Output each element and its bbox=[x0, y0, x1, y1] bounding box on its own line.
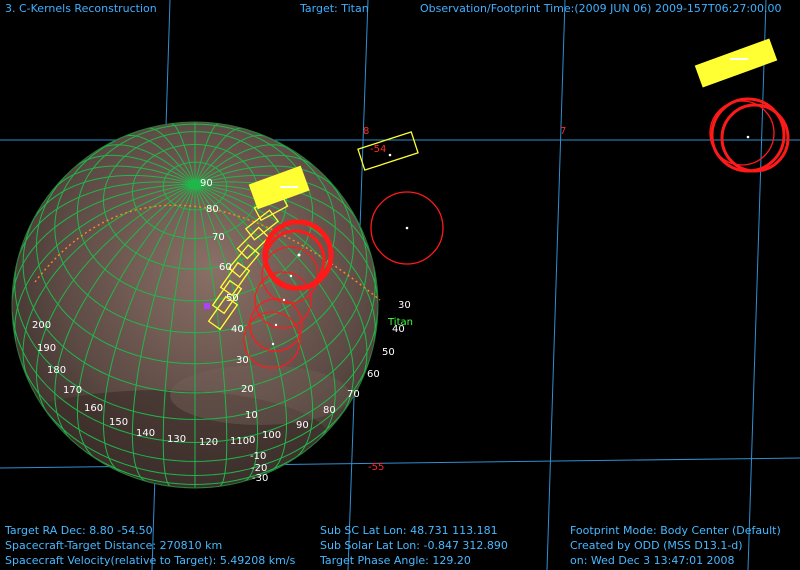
lon-label: 140 bbox=[136, 428, 156, 439]
lat-label: 10 bbox=[245, 410, 258, 421]
target-phase-angle: Target Phase Angle: 129.20 bbox=[320, 554, 471, 567]
footer-middle: Sub SC Lat Lon: 48.731 113.181 Sub Solar… bbox=[320, 523, 508, 568]
lon-label: 130 bbox=[167, 434, 187, 445]
dec-label-minus54: -54 bbox=[370, 144, 387, 155]
titan-globe bbox=[11, 121, 381, 489]
lon-label: 70 bbox=[347, 389, 360, 400]
lon-label: 30 bbox=[398, 300, 411, 311]
sub-sc-lat-lon: Sub SC Lat Lon: 48.731 113.181 bbox=[320, 524, 498, 537]
footer-right: Footprint Mode: Body Center (Default) Cr… bbox=[570, 523, 781, 568]
created-by: Created by ODD (MSS D13.1-d) bbox=[570, 539, 743, 552]
target-ra-dec: Target RA Dec: 8.80 -54.50 bbox=[5, 524, 153, 537]
lon-label: 160 bbox=[84, 403, 104, 414]
lat-label: 40 bbox=[231, 324, 244, 335]
dec-label-minus55: -55 bbox=[368, 462, 385, 473]
spacecraft-velocity: Spacecraft Velocity(relative to Target):… bbox=[5, 554, 296, 567]
ra-label-8: 8 bbox=[363, 126, 370, 137]
lat-label: 90 bbox=[200, 178, 213, 189]
lon-label: 120 bbox=[199, 437, 219, 448]
lat-label: 50 bbox=[226, 293, 239, 304]
ra-label-7: 7 bbox=[560, 126, 567, 137]
window-title: 3. C-Kernels Reconstruction bbox=[5, 2, 157, 15]
sub-spacecraft-marker bbox=[204, 303, 210, 309]
observation-time: Observation/Footprint Time:(2009 JUN 06)… bbox=[420, 2, 782, 15]
lat-label: 30 bbox=[236, 355, 249, 366]
lon-label: 80 bbox=[323, 405, 336, 416]
lat-label: 0 bbox=[249, 435, 256, 446]
sky-view bbox=[0, 0, 800, 570]
ckernel-viewer: 3. C-Kernels Reconstruction Target: Tita… bbox=[0, 0, 800, 570]
lat-label: 80 bbox=[206, 204, 219, 215]
sub-solar-lat-lon: Sub Solar Lat Lon: -0.847 312.890 bbox=[320, 539, 508, 552]
target-name: Target: Titan bbox=[300, 2, 369, 15]
footprint-mode: Footprint Mode: Body Center (Default) bbox=[570, 524, 781, 537]
lon-label: 180 bbox=[47, 365, 67, 376]
lon-label: 60 bbox=[367, 369, 380, 380]
lat-label: 60 bbox=[219, 262, 232, 273]
lat-label: -30 bbox=[252, 473, 269, 484]
lon-label: 100 bbox=[262, 430, 282, 441]
lat-label: 20 bbox=[241, 384, 254, 395]
lon-label: 110 bbox=[230, 436, 250, 447]
lon-label: 170 bbox=[63, 385, 83, 396]
lon-label: 90 bbox=[296, 420, 309, 431]
lon-label: 50 bbox=[382, 347, 395, 358]
lon-label: 150 bbox=[109, 417, 129, 428]
lon-label: 40 bbox=[392, 324, 405, 335]
created-on: on: Wed Dec 3 13:47:01 2008 bbox=[570, 554, 735, 567]
lon-label: 200 bbox=[32, 320, 52, 331]
lat-label: -10 bbox=[250, 451, 267, 462]
lat-label: 70 bbox=[212, 232, 225, 243]
footer-left: Target RA Dec: 8.80 -54.50 Spacecraft-Ta… bbox=[5, 523, 295, 568]
spacecraft-target-distance: Spacecraft-Target Distance: 270810 km bbox=[5, 539, 223, 552]
lon-label: 190 bbox=[37, 343, 57, 354]
